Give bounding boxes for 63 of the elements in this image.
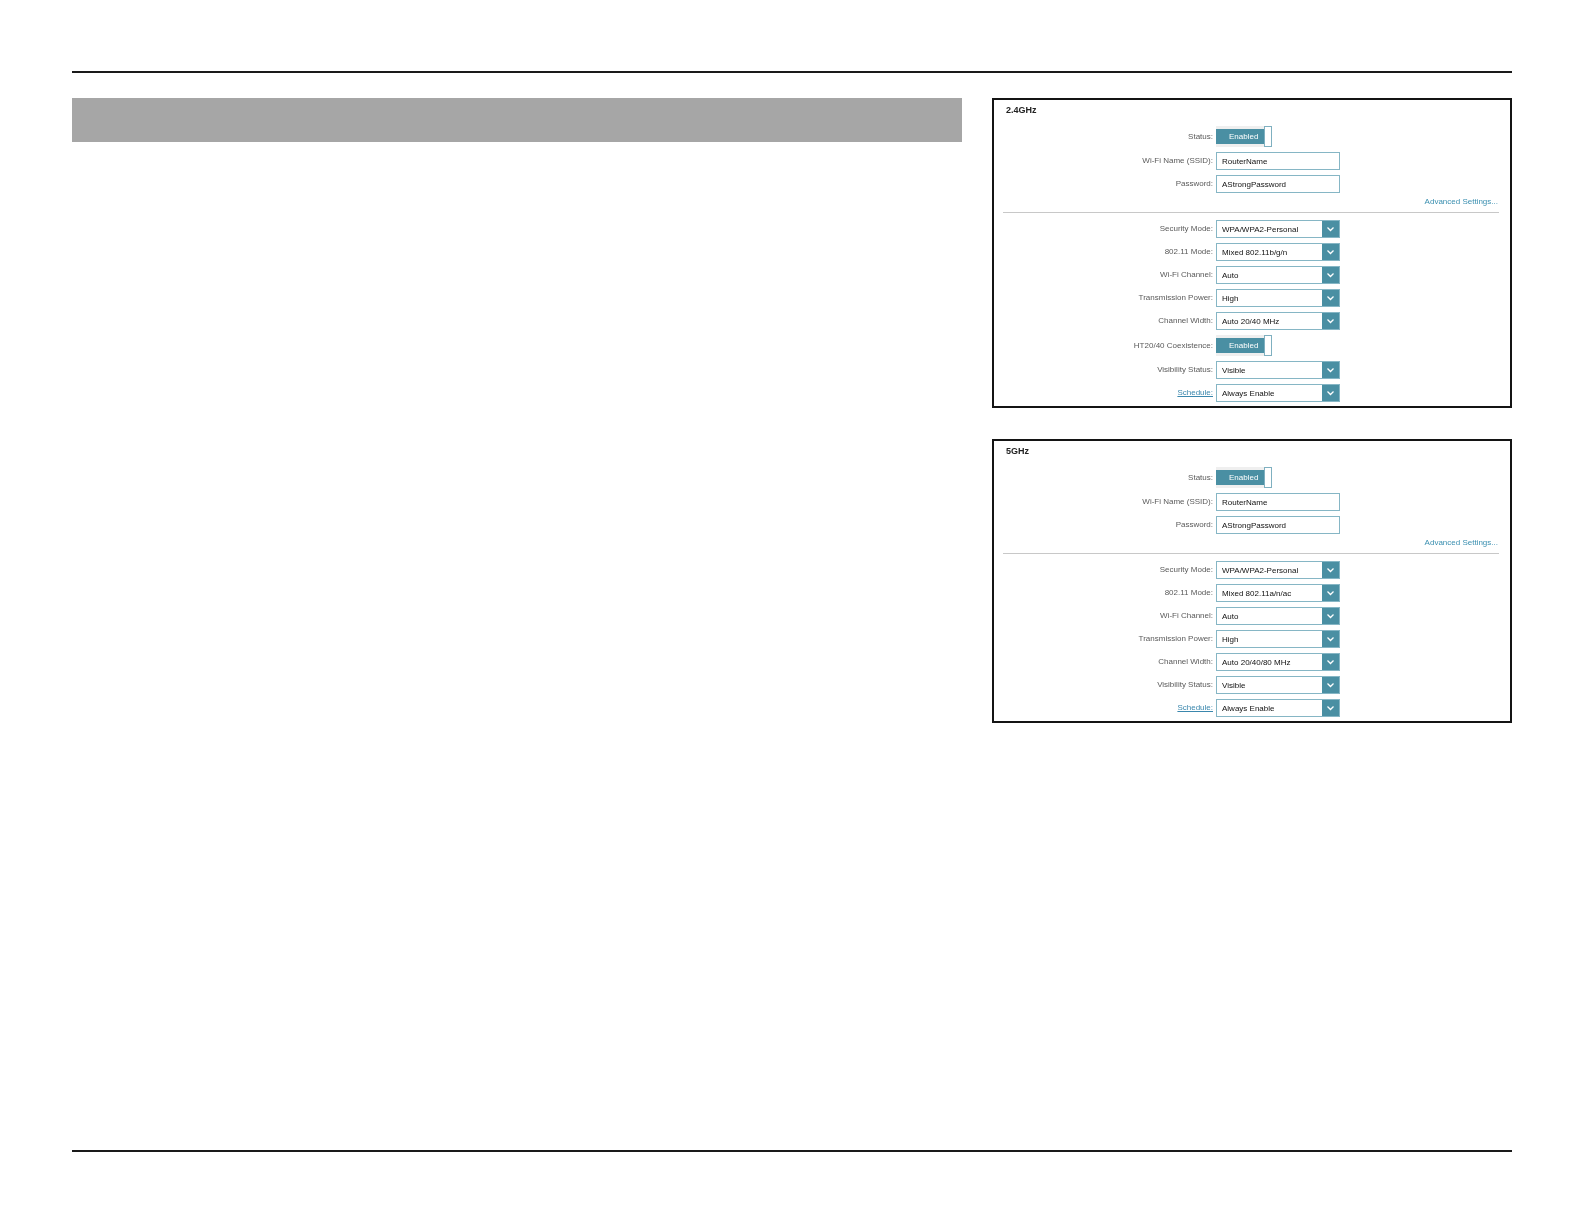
chevron-down-icon[interactable] [1322,290,1339,306]
chevron-down-icon[interactable] [1322,631,1339,647]
field-label: HT20/40 Coexistence: [1133,340,1213,351]
dropdown[interactable]: Mixed 802.11a/n/ac [1216,584,1340,602]
advanced-settings-link[interactable]: Advanced Settings... [1424,538,1498,548]
dropdown[interactable]: High [1216,289,1340,307]
field-label: Status: [1188,131,1213,142]
field-label: Wi-Fi Name (SSID): [1142,497,1213,507]
toggle-switch[interactable]: Enabled [1216,126,1272,147]
field-label: Visibility Status: [1157,680,1213,690]
chevron-down-icon[interactable] [1322,562,1339,578]
field-label: Password: [1175,179,1213,189]
text-field[interactable]: AStrongPassword [1216,175,1340,193]
chevron-down-icon[interactable] [1322,677,1339,693]
field-label: Status: [1188,472,1213,483]
toggle-knob[interactable] [1264,126,1272,147]
toggle-knob[interactable] [1264,335,1272,356]
field-label: Channel Width: [1158,657,1213,667]
field-label: Password: [1175,520,1213,530]
text-field[interactable]: RouterName [1216,152,1340,170]
toggle-knob[interactable] [1264,467,1272,488]
field-label: Wi-Fi Channel: [1160,611,1213,621]
field-label: Channel Width: [1158,316,1213,326]
toggle-switch[interactable]: Enabled [1216,335,1272,356]
label-link[interactable]: Schedule: [1177,388,1213,398]
dropdown[interactable]: Auto 20/40 MHz [1216,312,1340,330]
field-label: Security Mode: [1159,565,1213,575]
field-label: 802.11 Mode: [1164,247,1213,257]
chevron-down-icon[interactable] [1322,313,1339,329]
field-label: 802.11 Mode: [1164,588,1213,598]
dropdown[interactable]: WPA/WPA2-Personal [1216,220,1340,238]
text-field[interactable]: RouterName [1216,493,1340,511]
panel-title: 2.4GHz [1006,104,1037,116]
dropdown[interactable]: Visible [1216,676,1340,694]
dropdown[interactable]: Auto 20/40/80 MHz [1216,653,1340,671]
dropdown[interactable]: Auto [1216,266,1340,284]
field-label: Transmission Power: [1138,293,1213,303]
panel-title: 5GHz [1006,445,1029,457]
field-label: Wi-Fi Name (SSID): [1142,156,1213,166]
dropdown[interactable]: Auto [1216,607,1340,625]
chevron-down-icon[interactable] [1322,385,1339,401]
field-label: Wi-Fi Channel: [1160,270,1213,280]
field-label: Visibility Status: [1157,365,1213,375]
field-label: Security Mode: [1159,224,1213,234]
dropdown[interactable]: Always Enable [1216,699,1340,717]
chevron-down-icon[interactable] [1322,244,1339,260]
label-link[interactable]: Schedule: [1177,703,1213,713]
dropdown[interactable]: WPA/WPA2-Personal [1216,561,1340,579]
chevron-down-icon[interactable] [1322,362,1339,378]
field-label: Transmission Power: [1138,634,1213,644]
dropdown[interactable]: Mixed 802.11b/g/n [1216,243,1340,261]
chevron-down-icon[interactable] [1322,700,1339,716]
chevron-down-icon[interactable] [1322,267,1339,283]
dropdown[interactable]: Always Enable [1216,384,1340,402]
advanced-settings-link[interactable]: Advanced Settings... [1424,197,1498,207]
chevron-down-icon[interactable] [1322,608,1339,624]
toggle-switch[interactable]: Enabled [1216,467,1272,488]
text-field[interactable]: AStrongPassword [1216,516,1340,534]
chevron-down-icon[interactable] [1322,221,1339,237]
chevron-down-icon[interactable] [1322,654,1339,670]
dropdown[interactable]: Visible [1216,361,1340,379]
dropdown[interactable]: High [1216,630,1340,648]
chevron-down-icon[interactable] [1322,585,1339,601]
